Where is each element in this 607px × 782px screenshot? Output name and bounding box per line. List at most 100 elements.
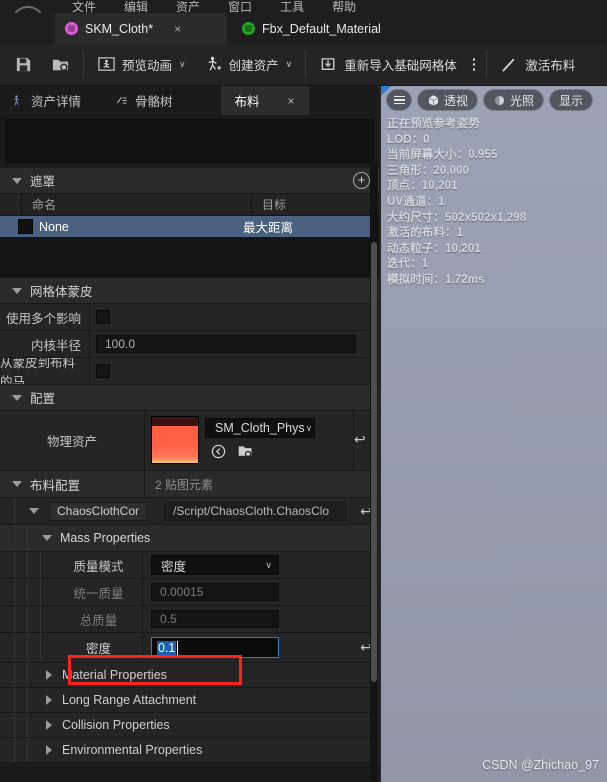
viewport-button-label: 显示 bbox=[559, 93, 584, 108]
search-input[interactable] bbox=[5, 119, 374, 163]
tab-fbx-default-material[interactable]: Fbx_Default_Material bbox=[232, 13, 391, 44]
menu-item-file[interactable]: 文件 bbox=[58, 1, 110, 13]
density-value: 0.1 bbox=[157, 640, 177, 655]
property-row-physics-asset: 物理资产 SM_Cloth_Phys ∨ ↩ bbox=[0, 411, 379, 471]
mass-mode-dropdown[interactable]: 密度 ∨ bbox=[151, 555, 279, 575]
section-title: Environmental Properties bbox=[62, 743, 203, 757]
tab-skeleton-tree[interactable]: 骨骼树 bbox=[93, 86, 185, 115]
menu-item-window[interactable]: 窗口 bbox=[214, 1, 266, 13]
section-header-mass-properties[interactable]: Mass Properties bbox=[0, 525, 379, 552]
stat-line: LOD：0 bbox=[387, 133, 430, 146]
close-icon[interactable]: × bbox=[174, 23, 181, 35]
viewport-perspective-button[interactable]: 透视 bbox=[417, 89, 479, 111]
stat-line: 当前屏幕大小：0.955 bbox=[387, 149, 498, 162]
menu-item-asset[interactable]: 资产 bbox=[162, 1, 214, 13]
physics-asset-thumbnail[interactable] bbox=[151, 416, 199, 464]
reimport-base-mesh-button[interactable]: 重新导入基础网格体 bbox=[310, 44, 466, 86]
property-label: 物理资产 bbox=[0, 411, 145, 470]
section-header-mesh-skinning[interactable]: 网格体蒙皮 bbox=[0, 278, 379, 304]
tab-skm-cloth[interactable]: SKM_Cloth* × bbox=[55, 13, 227, 44]
browse-icon[interactable] bbox=[236, 442, 255, 461]
section-title: Material Properties bbox=[62, 668, 167, 682]
activate-cloth-button[interactable]: 激活布料 bbox=[491, 44, 584, 86]
reimport-more-options-icon[interactable] bbox=[466, 58, 483, 71]
preview-animation-button[interactable]: 预览动画 ∨ bbox=[88, 44, 195, 86]
physics-asset-value: SM_Cloth_Phys bbox=[215, 421, 305, 435]
chevron-down-icon[interactable] bbox=[29, 508, 39, 514]
chevron-down-icon: ∨ bbox=[305, 422, 313, 433]
find-in-content-browser-button[interactable] bbox=[42, 44, 79, 86]
stat-line: 激活的布料：1 bbox=[387, 227, 464, 240]
chevron-down-icon: ∨ bbox=[265, 559, 272, 570]
chevron-down-icon[interactable]: ∨ bbox=[286, 59, 293, 70]
text-cursor bbox=[177, 640, 179, 655]
tab-asset-details[interactable]: 资产详情 bbox=[0, 86, 93, 115]
viewport-show-button[interactable]: 显示 bbox=[549, 89, 594, 111]
table-row[interactable]: None 最大距离 bbox=[0, 216, 379, 237]
property-value bbox=[90, 358, 379, 384]
section-header-material-properties[interactable]: Material Properties bbox=[0, 663, 379, 688]
chevron-right-icon bbox=[46, 720, 52, 730]
section-header-collision-properties[interactable]: Collision Properties bbox=[0, 713, 379, 738]
tab-cloth[interactable]: 布料 × bbox=[220, 86, 309, 115]
physics-asset-selector[interactable]: SM_Cloth_Phys ∨ bbox=[205, 418, 315, 438]
property-value bbox=[90, 304, 379, 330]
menu-item-tools[interactable]: 工具 bbox=[266, 1, 318, 13]
use-selected-asset-icon[interactable] bbox=[209, 442, 228, 461]
property-label: 内核半径 bbox=[0, 331, 90, 357]
panel-tab-bar: 资产详情 骨骼树 布料 × bbox=[0, 86, 379, 115]
details-panel-scrollbar[interactable] bbox=[370, 164, 378, 780]
watermark: CSDN @Zhichao_97 bbox=[482, 758, 599, 772]
kernel-radius-input[interactable]: 100.0 bbox=[96, 335, 356, 353]
cloth-config-name[interactable]: ChaosClothCor bbox=[49, 501, 147, 521]
viewport-button-label: 透视 bbox=[444, 93, 469, 108]
section-header-long-range-attachment[interactable]: Long Range Attachment bbox=[0, 688, 379, 713]
property-label: 从蒙皮到布料的马 bbox=[0, 358, 90, 384]
cloth-details-panel: 资产详情 骨骼树 布料 × 遮罩 + 命名 目标 None 最大距离 网格体蒙皮… bbox=[0, 86, 379, 782]
density-input[interactable]: 0.1 bbox=[151, 637, 279, 658]
viewport-lighting-button[interactable]: 光照 bbox=[483, 89, 545, 111]
menu-item-help[interactable]: 帮助 bbox=[318, 1, 370, 13]
mesh-icon bbox=[65, 22, 78, 35]
menu-item-edit[interactable]: 编辑 bbox=[110, 1, 162, 13]
reimport-label: 重新导入基础网格体 bbox=[344, 59, 457, 73]
preview-animation-label: 预览动画 bbox=[122, 59, 173, 73]
create-asset-button[interactable]: 创建资产 ∨ bbox=[195, 44, 302, 86]
property-label: 总质量 bbox=[79, 613, 118, 628]
skin-to-cloth-checkbox[interactable] bbox=[96, 364, 110, 378]
section-header-config[interactable]: 配置 bbox=[0, 385, 379, 411]
add-mask-button[interactable]: + bbox=[353, 172, 370, 189]
stat-line: 顶点：10,201 bbox=[387, 180, 458, 193]
preview-viewport[interactable]: 透视 光照 显示 正在预览参考姿势 LOD：0 当前屏幕大小：0.955 三角形… bbox=[381, 86, 607, 782]
property-label: 质量模式 bbox=[73, 559, 124, 574]
section-header-cloth-config[interactable]: 布料配置 2 贴图元素 bbox=[0, 471, 379, 498]
stat-line: 大约尺寸：502x502x1,298 bbox=[387, 211, 527, 224]
column-header-target: 目标 bbox=[262, 198, 287, 212]
close-icon[interactable]: × bbox=[288, 94, 295, 108]
use-multiple-influences-checkbox[interactable] bbox=[96, 310, 110, 324]
section-title: Mass Properties bbox=[60, 531, 151, 545]
chevron-down-icon[interactable]: ∨ bbox=[179, 59, 186, 70]
chevron-down-icon bbox=[12, 481, 22, 487]
browse-content-icon bbox=[52, 59, 69, 73]
lighting-icon bbox=[494, 95, 505, 105]
section-header-environmental-properties[interactable]: Environmental Properties bbox=[0, 738, 379, 763]
property-row-total-mass: 总质量 0.5 bbox=[0, 606, 379, 633]
chevron-right-icon bbox=[46, 745, 52, 755]
mask-color-swatch bbox=[18, 219, 33, 234]
column-header-name: 命名 bbox=[22, 194, 252, 215]
property-row-uniform-mass: 统一质量 0.00015 bbox=[0, 579, 379, 606]
cloth-config-path[interactable]: /Script/ChaosCloth.ChaosClo bbox=[164, 501, 347, 521]
toolbar-separator bbox=[83, 50, 84, 79]
property-label: 统一质量 bbox=[73, 586, 124, 601]
section-header-mask[interactable]: 遮罩 + bbox=[0, 168, 379, 194]
section-title: 配置 bbox=[30, 392, 56, 406]
section-title: 布料配置 bbox=[30, 478, 81, 493]
reimport-icon bbox=[321, 58, 335, 70]
save-icon bbox=[16, 57, 31, 72]
stat-line: 模拟时间：1.72ms bbox=[387, 273, 485, 286]
panel-tab-label: 资产详情 bbox=[31, 95, 82, 109]
save-button[interactable] bbox=[0, 44, 42, 86]
viewport-options-button[interactable] bbox=[386, 89, 412, 111]
panel-tab-label: 骨骼树 bbox=[135, 95, 173, 109]
